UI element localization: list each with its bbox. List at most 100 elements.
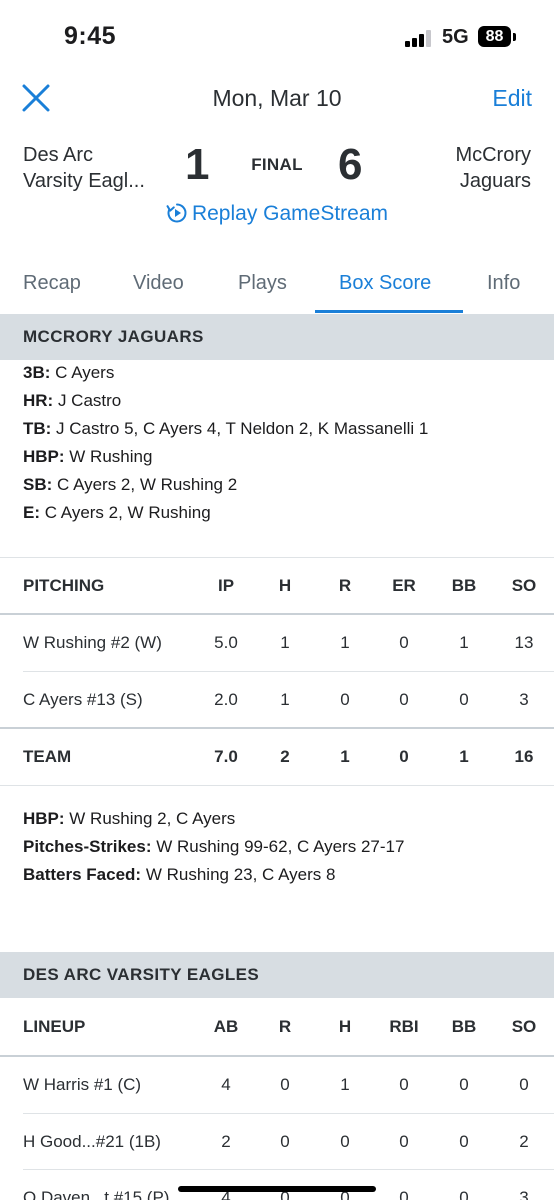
status-time: 9:45 [64,22,117,50]
tab-plays[interactable]: Plays [238,272,287,295]
note-tb: TB: J Castro 5, C Ayers 4, T Neldon 2, K… [23,419,429,438]
stat-h: 0 [340,1188,350,1200]
stat-bb: 0 [459,1132,469,1151]
stat-so: 2 [519,1132,529,1151]
stat-so: 0 [519,1075,529,1094]
home-indicator[interactable] [178,1186,376,1192]
home-team-name[interactable]: McCrory Jaguars [455,142,531,194]
column-header-bb: BB [451,576,477,595]
stat-so: 13 [514,633,534,652]
stat-ab: 2 [221,1132,231,1151]
section-header-eagles: DES ARC VARSITY EAGLES [0,952,554,998]
stat-bb: 1 [459,633,469,652]
active-tab-indicator [315,310,463,313]
network-label: 5G [442,26,469,48]
stat-r: 1 [340,633,350,652]
tab-video[interactable]: Video [133,272,184,295]
column-header-rbi: RBI [389,1017,419,1036]
stat-r: 0 [340,690,350,709]
stat-rbi: 0 [399,1132,409,1151]
note-pitches-strikes: Pitches-Strikes: W Rushing 99-62, C Ayer… [23,837,405,856]
replay-label: Replay GameStream [191,202,389,225]
team-total-row: TEAM 7.0 2 1 0 1 16 [0,729,554,785]
home-team-line2: Jaguars [459,170,531,192]
column-header-h: H [338,1017,352,1036]
table-row[interactable]: W Harris #1 (C) 4 0 1 0 0 0 [0,1057,554,1113]
column-header-so: SO [511,576,537,595]
stat-er: 0 [399,633,409,652]
table-row[interactable]: H Good...#21 (1B) 2 0 0 0 0 2 [0,1114,554,1170]
stat-r: 0 [280,1132,290,1151]
player-name: H Good...#21 (1B) [23,1132,161,1151]
game-date: Mon, Mar 10 [212,85,342,111]
stat-so: 3 [519,1188,529,1200]
stat-rbi: 0 [399,1188,409,1200]
player-name: W Harris #1 (C) [23,1075,142,1094]
total-ip: 7.0 [214,747,238,766]
stat-ip: 2.0 [214,690,238,709]
column-header-er: ER [392,576,416,595]
column-header-ab: AB [213,1017,239,1036]
stat-rbi: 0 [399,1075,409,1094]
battery-tip [513,33,516,41]
note-hbp: HBP: W Rushing [23,447,153,466]
stat-h: 1 [280,690,290,709]
column-header-pitching: PITCHING [23,576,105,595]
stat-r: 0 [280,1075,290,1094]
section-title: DES ARC VARSITY EAGLES [23,965,260,984]
column-header-lineup: LINEUP [23,1017,86,1036]
total-er: 0 [399,747,409,766]
note-batters-faced: Batters Faced: W Rushing 23, C Ayers 8 [23,865,336,884]
stat-h: 1 [340,1075,350,1094]
stat-er: 0 [399,690,409,709]
tab-bar: Recap Video Plays Box Score Info [0,256,554,314]
edit-button[interactable]: Edit [492,85,532,112]
status-bar: 9:45 5G 88 [0,0,554,74]
tab-box-score[interactable]: Box Score [339,272,431,295]
replay-gamestream-button[interactable]: Replay GameStream [0,202,554,226]
player-name: W Rushing #2 (W) [23,633,162,652]
divider [0,785,554,786]
section-title: MCCRORY JAGUARS [23,327,204,346]
column-header-bb: BB [451,1017,477,1036]
home-team-line1: McCrory [455,144,531,166]
player-name: Q Daven...t #15 (P) [23,1188,170,1200]
total-h: 2 [280,747,290,766]
tab-info[interactable]: Info [487,272,520,295]
stat-h: 1 [280,633,290,652]
stat-bb: 0 [459,1075,469,1094]
column-header-r: R [278,1017,292,1036]
cellular-signal-icon [405,29,435,47]
column-header-so: SO [511,1017,537,1036]
section-header-jaguars: MCCRORY JAGUARS [0,314,554,360]
column-header-ip: IP [217,576,235,595]
column-header-h: H [278,576,292,595]
tab-recap[interactable]: Recap [23,272,81,295]
note-hr: HR: J Castro [23,391,122,410]
home-score: 6 [338,140,363,189]
note-hbp: HBP: W Rushing 2, C Ayers [23,809,236,828]
batting-notes: 3B: C Ayers HR: J Castro TB: J Castro 5,… [23,359,428,527]
total-bb: 1 [459,747,469,766]
replay-icon [166,203,187,223]
pitching-header-row: PITCHING IP H R ER BB SO [0,558,554,614]
battery-icon: 88 [478,26,511,47]
stat-ip: 5.0 [214,633,238,652]
total-so: 16 [514,747,534,766]
stat-ab: 4 [221,1188,231,1200]
stat-bb: 0 [459,690,469,709]
table-row[interactable]: Q Daven...t #15 (P) 4 0 0 0 0 3 [0,1170,554,1200]
table-row[interactable]: C Ayers #13 (S) 2.0 1 0 0 0 3 [0,672,554,728]
stat-h: 0 [340,1132,350,1151]
stat-bb: 0 [459,1188,469,1200]
box-score-screen: 9:45 5G 88 Mon, Mar 10 Edit Des Arc Vars… [0,0,554,1200]
total-label: TEAM [23,747,72,766]
pitching-notes: HBP: W Rushing 2, C Ayers Pitches-Strike… [23,805,404,889]
player-name: C Ayers #13 (S) [23,690,143,709]
note-3b: 3B: C Ayers [23,363,115,382]
table-row[interactable]: W Rushing #2 (W) 5.0 1 1 0 1 13 [0,615,554,671]
column-header-r: R [338,576,352,595]
stat-so: 3 [519,690,529,709]
stat-r: 0 [280,1188,290,1200]
note-e: E: C Ayers 2, W Rushing [23,503,211,522]
